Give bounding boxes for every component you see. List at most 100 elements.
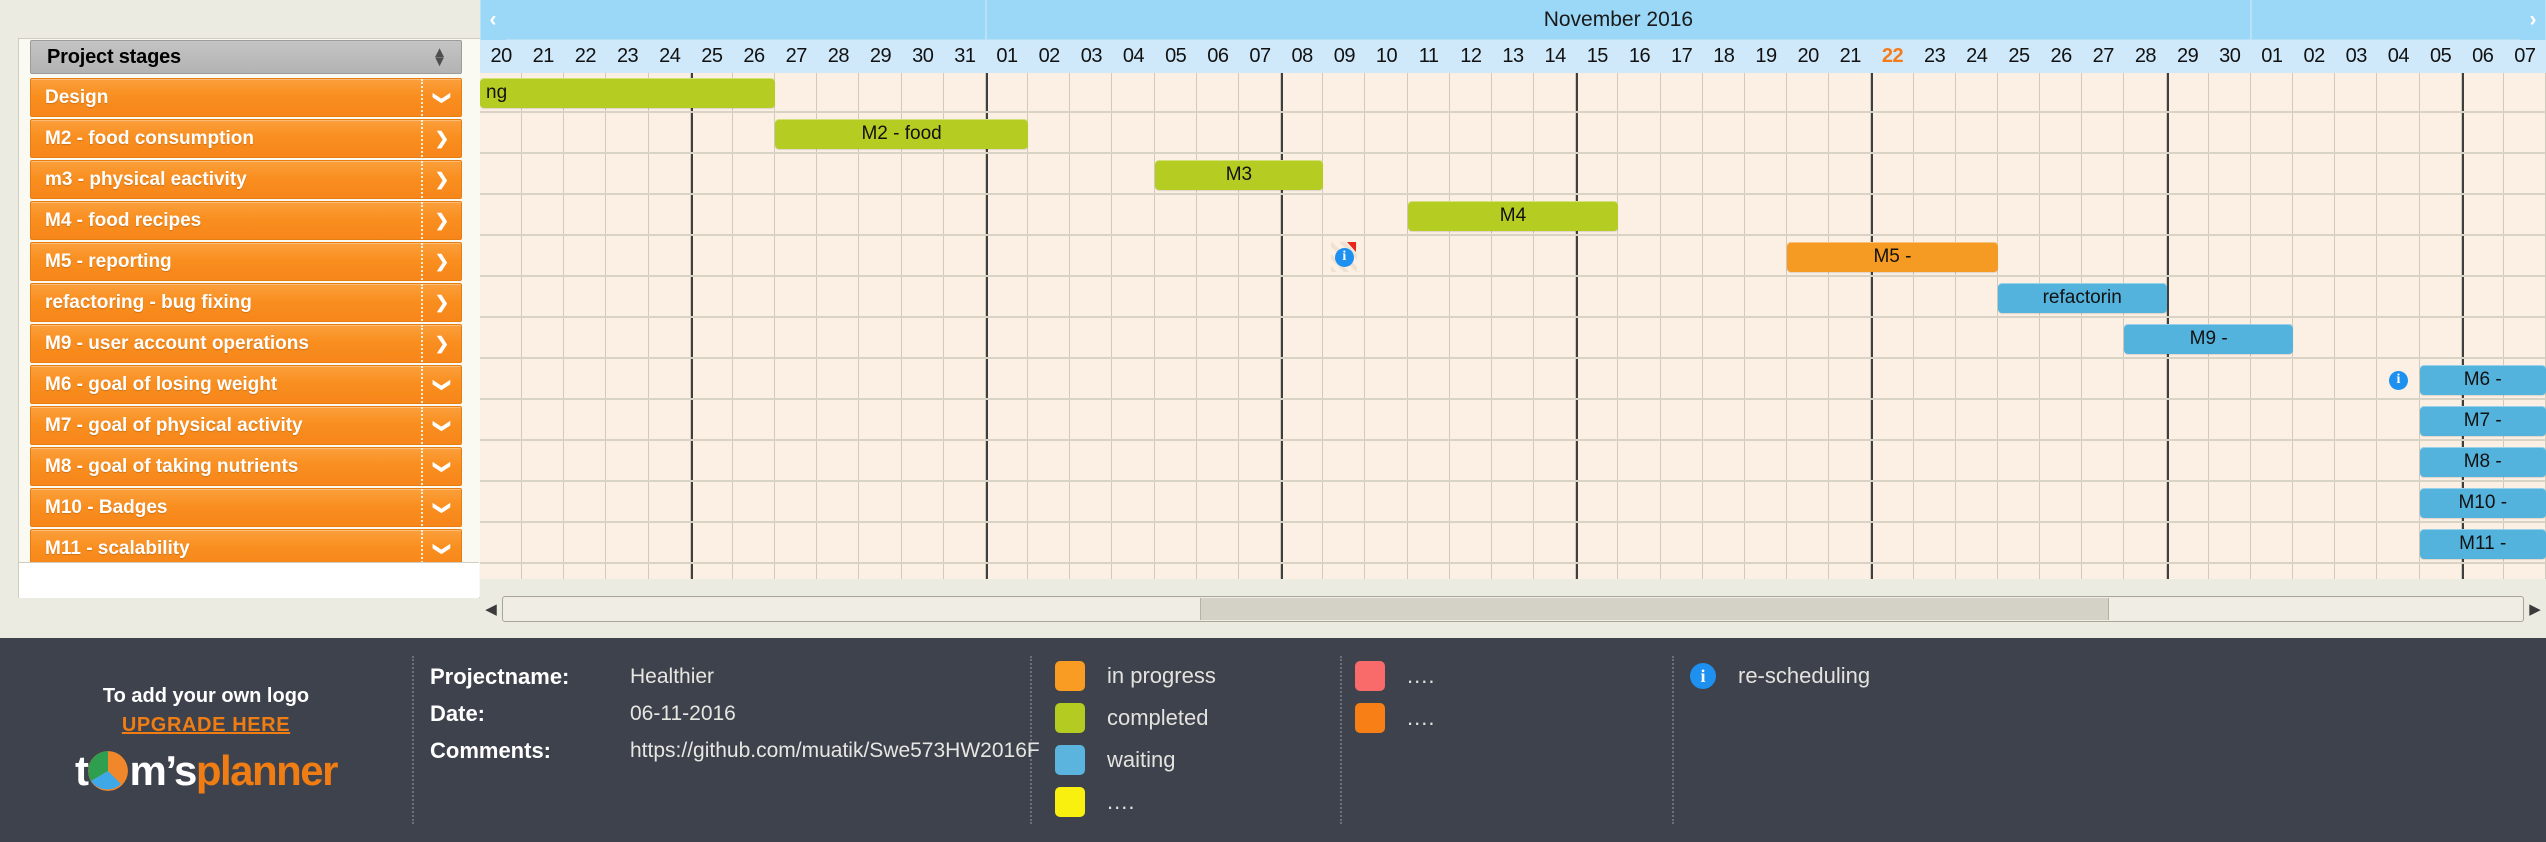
day-header-cell: 27 <box>2092 45 2115 67</box>
grid-row[interactable] <box>480 73 2546 113</box>
gantt-bar[interactable]: M11 - <box>2419 529 2546 559</box>
chevron-right-icon[interactable] <box>421 243 461 280</box>
stage-row[interactable]: M7 - goal of physical activity <box>30 406 462 445</box>
gantt-bar-label: refactorin <box>2042 287 2122 308</box>
day-header-cell: 04 <box>1122 45 1145 67</box>
legend-color-swatch <box>1355 661 1385 691</box>
gantt-bar-label: M2 - food <box>861 123 942 144</box>
gantt-bar[interactable]: M3 <box>1154 160 1324 190</box>
stage-empty-row[interactable] <box>19 562 479 598</box>
day-header-cell: 04 <box>2387 45 2410 67</box>
chevron-right-icon[interactable] <box>421 202 461 239</box>
stage-column-header[interactable]: Project stages ▲ ▼ <box>30 40 462 74</box>
rescheduling-marker[interactable]: i <box>2385 365 2411 395</box>
legend-label: in progress <box>1107 663 1216 688</box>
day-header-cell: 09 <box>1333 45 1356 67</box>
day-header-cell: 03 <box>2345 45 2368 67</box>
day-header-cell: 01 <box>996 45 1018 67</box>
stage-row[interactable]: refactoring - bug fixing <box>30 283 462 322</box>
gantt-bar[interactable]: M2 - food <box>775 119 1029 149</box>
stage-row[interactable]: M4 - food recipes <box>30 201 462 240</box>
chevron-right-icon[interactable] <box>421 325 461 362</box>
grid-row[interactable] <box>480 155 2546 195</box>
stage-row[interactable]: M5 - reporting <box>30 242 462 281</box>
project-info: Projectname: Healthier Date: 06-11-2016 Comm… <box>430 664 1040 775</box>
grid-row[interactable] <box>480 401 2546 441</box>
project-info-value[interactable]: https://github.com/muatik/Swe573HW2016F <box>630 738 1040 764</box>
gantt-bar[interactable]: M4 <box>1407 201 1619 231</box>
gantt-bar[interactable]: M9 - <box>2124 324 2293 354</box>
gantt-bar-label: M7 - <box>2463 410 2502 431</box>
legend-label: completed <box>1107 705 1209 730</box>
month-label: November 2016 <box>985 0 2251 40</box>
stage-row-label: Design <box>45 86 109 108</box>
gantt-bar-label: M8 - <box>2463 451 2502 472</box>
chevron-down-icon[interactable] <box>421 448 461 485</box>
grid-row[interactable] <box>480 237 2546 277</box>
gantt-bar[interactable]: M7 - <box>2419 406 2546 436</box>
day-header-cell: 08 <box>1291 45 1314 67</box>
stage-row[interactable]: M8 - goal of taking nutrients <box>30 447 462 486</box>
grid-row[interactable] <box>480 278 2546 318</box>
stage-row[interactable]: M9 - user account operations <box>30 324 462 363</box>
day-header: 20 21 22 23 24 25 26 27 28 29 30 31 01 02 03 04 05 06 07 08… <box>480 40 2546 73</box>
footer-divider <box>1672 656 1674 824</box>
day-header-cell: 20 <box>1797 45 1820 67</box>
sort-updown-icon[interactable]: ▲ ▼ <box>432 44 447 69</box>
gantt-bar[interactable]: refactorin <box>1997 283 2167 313</box>
chevron-down-icon[interactable] <box>421 489 461 526</box>
gantt-bar-label: M5 - <box>1873 246 1912 267</box>
chevron-right-icon[interactable] <box>421 284 461 321</box>
scroll-right-arrow-icon[interactable]: ▶ <box>2524 596 2546 622</box>
grid-row[interactable] <box>480 442 2546 482</box>
rescheduling-marker[interactable]: i <box>1331 242 1358 272</box>
stage-row[interactable]: M6 - goal of losing weight <box>30 365 462 404</box>
scrollbar-thumb[interactable] <box>1199 598 2109 620</box>
gantt-bar[interactable]: M5 - <box>1787 242 1998 272</box>
gantt-bar-label: M6 - <box>2463 369 2502 390</box>
chevron-down-icon[interactable] <box>421 407 461 444</box>
pie-logo-icon <box>88 751 129 791</box>
footer: To add your own logo UPGRADE HERE t m’s … <box>0 638 2546 842</box>
stage-row[interactable]: Design <box>30 78 462 117</box>
project-info-key: Projectname: <box>430 664 570 689</box>
day-header-cell: 31 <box>954 45 976 67</box>
chevron-right-icon[interactable] <box>421 161 461 198</box>
project-info-value[interactable]: 06-11-2016 <box>630 701 736 727</box>
legend-column-2: ........ <box>1355 660 1435 744</box>
stage-row-label: M11 - scalability <box>45 537 190 559</box>
logo-upsell-text: To add your own logo <box>102 685 310 707</box>
gantt-app: Project stages ▲▼ Design M2 - food consum… <box>0 0 2546 842</box>
scroll-left-arrow-icon[interactable]: ◀ <box>480 596 502 622</box>
gantt-bar[interactable]: M10 - <box>2419 488 2546 518</box>
stage-row[interactable]: m3 - physical eactivity <box>30 160 462 199</box>
day-header-cell: 02 <box>2303 45 2325 67</box>
stage-row[interactable]: M10 - Badges <box>30 488 462 527</box>
logo-text-planner: planner <box>195 747 339 794</box>
info-icon[interactable]: i <box>2388 370 2408 390</box>
grid-row[interactable] <box>480 483 2546 523</box>
legend-label: .... <box>1107 789 1136 814</box>
grid-row[interactable] <box>480 524 2546 564</box>
chevron-down-icon[interactable] <box>421 79 461 116</box>
gantt-bar-label: ng <box>486 82 508 103</box>
gantt-bar[interactable]: ng <box>480 78 776 108</box>
day-header-cell: 20 <box>490 45 512 67</box>
stage-row[interactable]: M2 - food consumption <box>30 119 462 158</box>
stage-row-label: M10 - Badges <box>45 496 168 518</box>
grid-row[interactable] <box>480 360 2546 400</box>
project-info-value[interactable]: Healthier <box>630 664 714 690</box>
gantt-bar-label: M10 - <box>2458 492 2508 513</box>
day-header-cell: 06 <box>2472 45 2494 67</box>
gantt-bar[interactable]: M6 - <box>2419 365 2546 395</box>
day-header-cell: 06 <box>1207 45 1229 67</box>
chevron-down-icon[interactable] <box>421 366 461 403</box>
gantt-bar[interactable]: M8 - <box>2419 447 2546 477</box>
day-header-cell: 27 <box>785 45 808 67</box>
horizontal-scrollbar[interactable]: ◀ ▶ <box>480 594 2546 624</box>
scrollbar-track[interactable] <box>502 596 2524 622</box>
stage-row-label: M7 - goal of physical activity <box>45 414 303 436</box>
stage-row-label: M8 - goal of taking nutrients <box>45 455 299 477</box>
upgrade-here-link[interactable]: UPGRADE HERE <box>122 714 290 737</box>
chevron-right-icon[interactable] <box>421 120 461 157</box>
